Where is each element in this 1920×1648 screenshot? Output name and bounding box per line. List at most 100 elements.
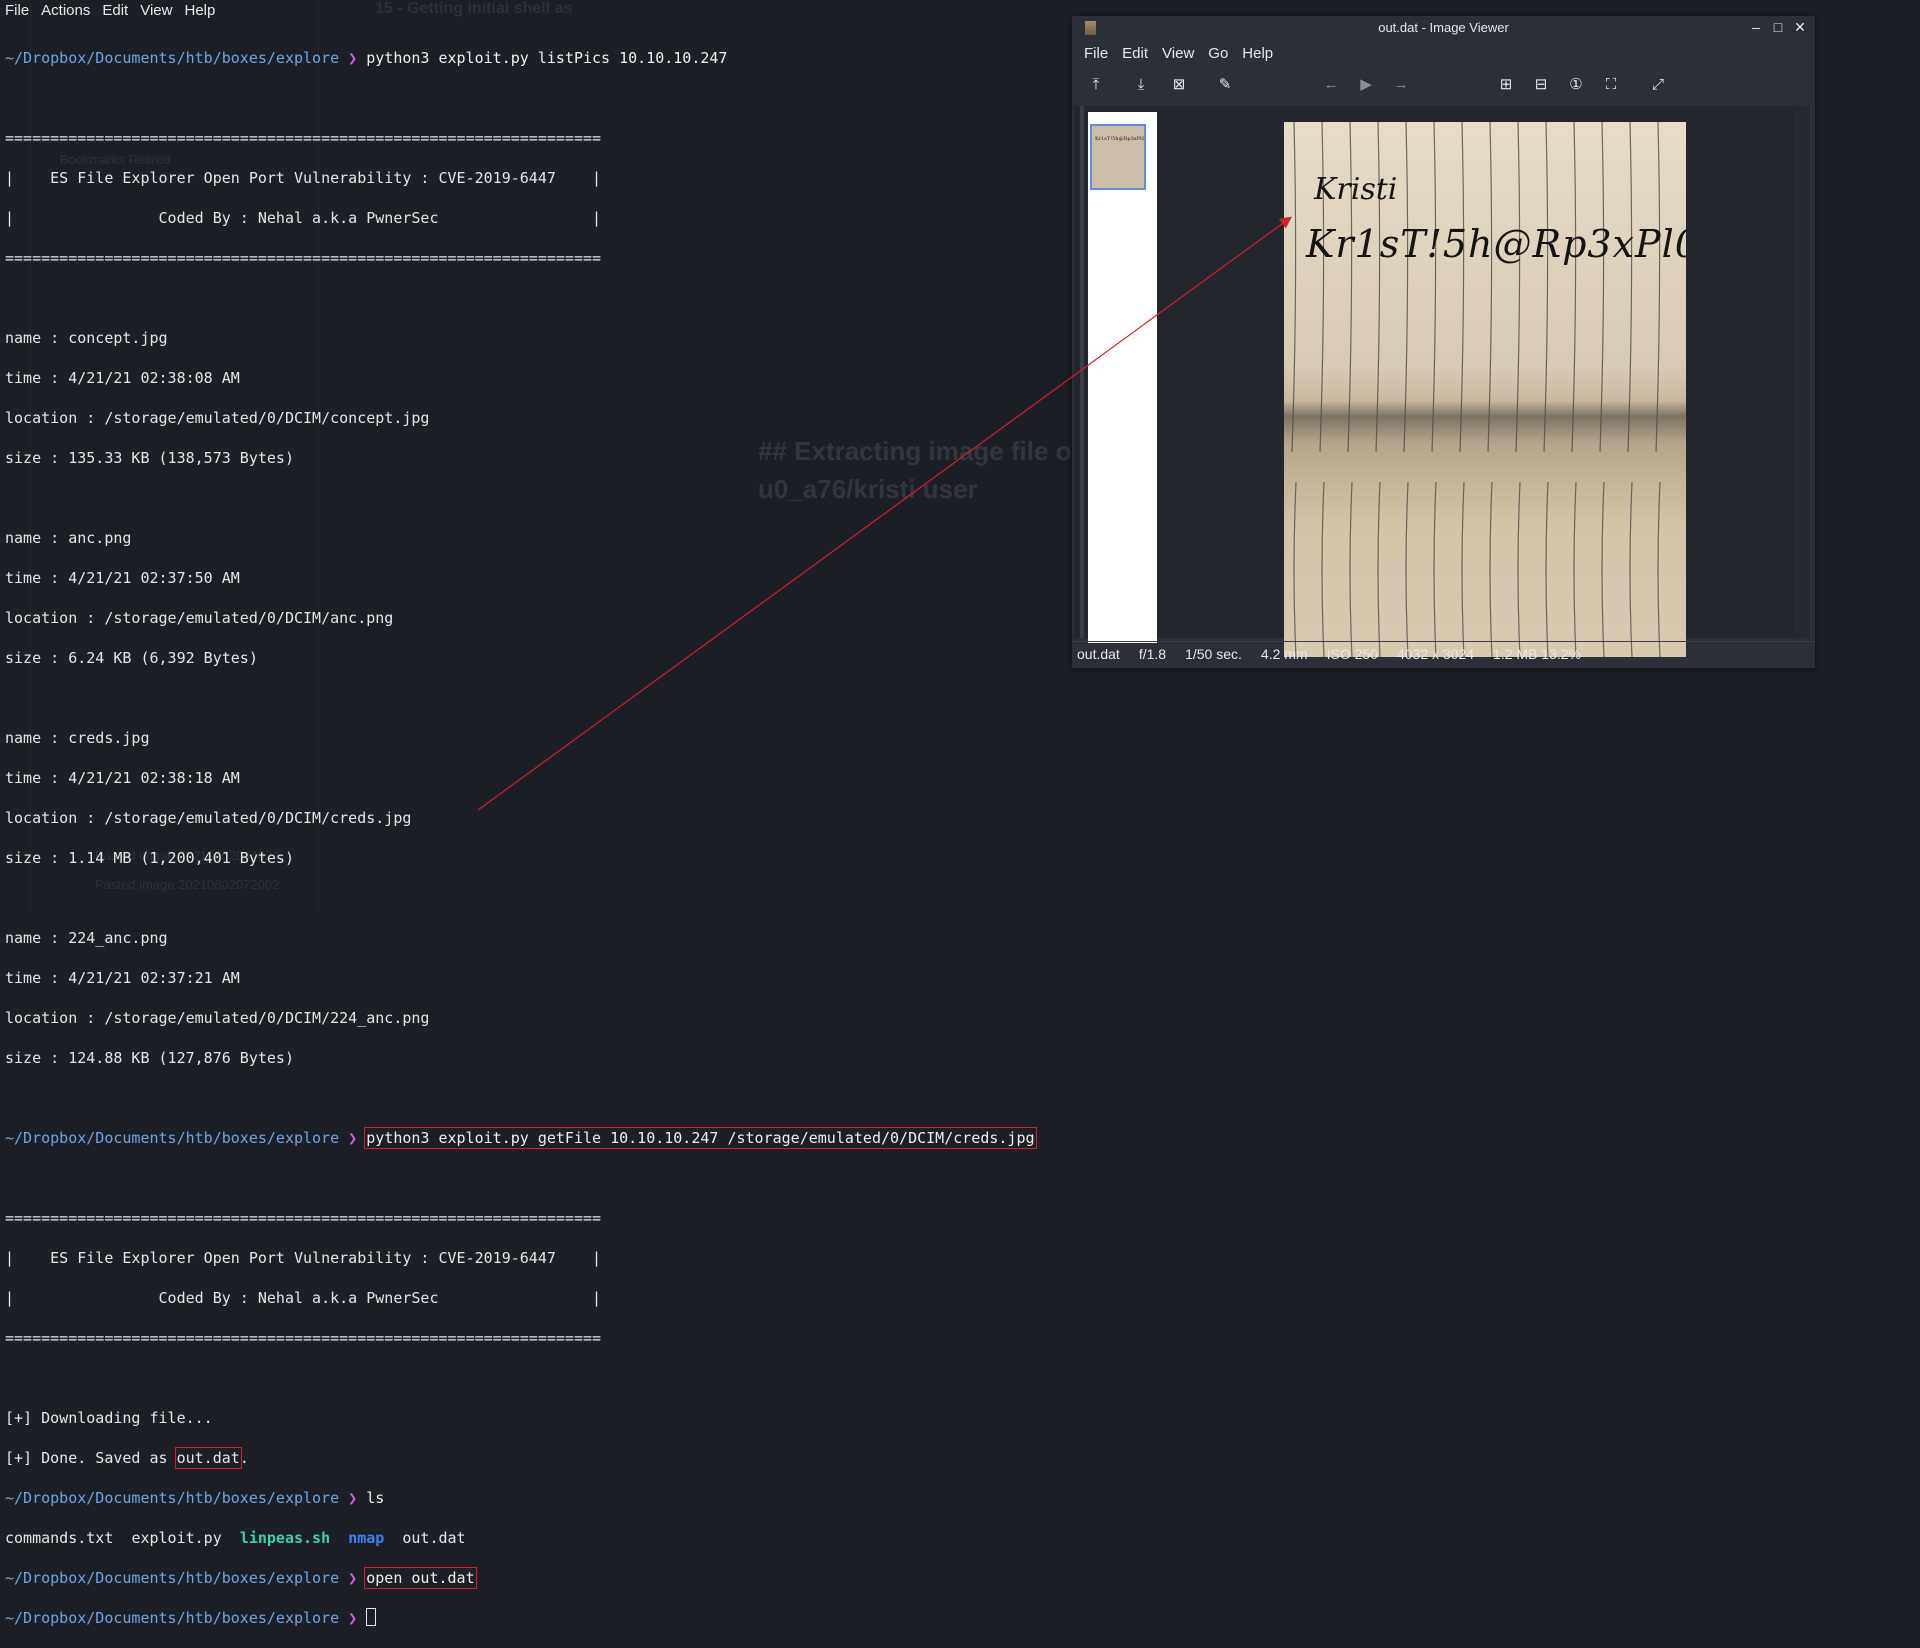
command-open-highlighted: open out.dat bbox=[364, 1567, 477, 1589]
thumbnail-divider[interactable] bbox=[1080, 106, 1084, 638]
file-time: time : 4/21/21 02:37:21 AM bbox=[5, 969, 240, 987]
command-getfile-highlighted: python3 exploit.py getFile 10.10.10.247 … bbox=[364, 1127, 1037, 1149]
viewer-titlebar[interactable]: out.dat - Image Viewer – □ ✕ bbox=[1072, 16, 1815, 40]
file-size: size : 124.88 KB (127,876 Bytes) bbox=[5, 1049, 294, 1067]
zoom-out-icon[interactable]: ⊟ bbox=[1530, 74, 1552, 96]
viewer-title: out.dat - Image Viewer bbox=[1378, 20, 1509, 35]
displayed-image[interactable]: Kristi Kr1sT!5h@Rp3xPl0r3! bbox=[1284, 122, 1686, 657]
prompt-chevron: ❯ bbox=[348, 49, 358, 67]
viewer-menubar: File Edit View Go Help bbox=[1072, 42, 1815, 66]
ls-entry-script: linpeas.sh bbox=[239, 1529, 331, 1547]
delete-icon[interactable]: ⊠ bbox=[1168, 74, 1190, 96]
file-location: location : /storage/emulated/0/DCIM/cred… bbox=[5, 809, 412, 827]
ls-entry: exploit.py bbox=[131, 1529, 222, 1547]
menu-edit[interactable]: Edit bbox=[97, 0, 135, 22]
prompt-path: ~/Dropbox/Documents/htb/boxes/explore bbox=[5, 1569, 340, 1587]
prompt-path: ~/Dropbox/Documents/htb/boxes/explore bbox=[5, 1489, 340, 1507]
fit-icon[interactable]: ⛶ bbox=[1600, 74, 1622, 96]
file-size: size : 6.24 KB (6,392 Bytes) bbox=[5, 649, 258, 667]
maximize-icon[interactable]: □ bbox=[1769, 18, 1787, 36]
file-location: location : /storage/emulated/0/DCIM/conc… bbox=[5, 409, 430, 427]
viewer-menu-edit[interactable]: Edit bbox=[1122, 42, 1148, 66]
status-focal: 4.2 mm bbox=[1260, 646, 1308, 662]
menu-file[interactable]: File bbox=[0, 0, 36, 22]
viewer-menu-file[interactable]: File bbox=[1084, 42, 1108, 66]
banner-rule: ========================================… bbox=[5, 1329, 602, 1347]
command-ls: ls bbox=[366, 1489, 385, 1507]
prompt-path: ~/Dropbox/Documents/htb/boxes/explore bbox=[5, 1609, 340, 1627]
viewer-menu-view[interactable]: View bbox=[1162, 42, 1194, 66]
prompt-path: ~/Dropbox/Documents/htb/boxes/explore bbox=[5, 1129, 340, 1147]
upload-icon[interactable]: ⤒ bbox=[1085, 74, 1107, 96]
prompt-chevron: ❯ bbox=[348, 1569, 358, 1587]
zoom-1-icon[interactable]: ① bbox=[1565, 74, 1587, 96]
viewer-menu-go[interactable]: Go bbox=[1208, 42, 1228, 66]
banner-author: | Coded By : Nehal a.k.a PwnerSec | bbox=[5, 209, 602, 227]
play-icon[interactable]: ▶ bbox=[1355, 74, 1377, 96]
menu-view[interactable]: View bbox=[135, 0, 179, 22]
handwritten-password: Kr1sT!5h@Rp3xPl0r3! bbox=[1306, 222, 1686, 266]
file-time: time : 4/21/21 02:37:50 AM bbox=[5, 569, 240, 587]
banner-rule: ========================================… bbox=[5, 249, 602, 267]
ls-entry-directory: nmap bbox=[348, 1529, 385, 1547]
menu-actions[interactable]: Actions bbox=[36, 0, 97, 22]
terminal-cursor[interactable] bbox=[366, 1608, 377, 1626]
saved-filename-highlighted: out.dat bbox=[174, 1447, 242, 1469]
viewer-scroll-area[interactable] bbox=[1794, 106, 1810, 638]
file-size: size : 1.14 MB (1,200,401 Bytes) bbox=[5, 849, 294, 867]
minimize-icon[interactable]: – bbox=[1747, 18, 1765, 36]
ls-entry: out.dat bbox=[402, 1529, 466, 1547]
thumbnail-image[interactable]: Kr1sT!5h@Rp3xPl0r3! bbox=[1090, 124, 1146, 190]
viewer-menu-help[interactable]: Help bbox=[1242, 42, 1273, 66]
status-aperture: f/1.8 bbox=[1138, 646, 1167, 662]
thumbnail-strip bbox=[1088, 112, 1157, 643]
fullscreen-icon[interactable]: ⤢ bbox=[1647, 74, 1669, 96]
prompt-line: ~/Dropbox/Documents/htb/boxes/explore ❯ … bbox=[5, 1567, 1035, 1589]
file-name: name : anc.png bbox=[5, 529, 132, 547]
prompt-chevron: ❯ bbox=[348, 1129, 358, 1147]
prompt-line: ~/Dropbox/Documents/htb/boxes/explore ❯ … bbox=[5, 1127, 1037, 1149]
banner-title: | ES File Explorer Open Port Vulnerabili… bbox=[5, 169, 602, 187]
prompt-path: ~/Dropbox/Documents/htb/boxes/explore bbox=[5, 49, 340, 67]
status-shutter: 1/50 sec. bbox=[1185, 646, 1242, 662]
file-name: name : 224_anc.png bbox=[5, 929, 168, 947]
file-size: size : 135.33 KB (138,573 Bytes) bbox=[5, 449, 294, 467]
file-name: name : concept.jpg bbox=[5, 329, 168, 347]
zoom-in-icon[interactable]: ⊞ bbox=[1495, 74, 1517, 96]
image-viewer-window: out.dat - Image Viewer – □ ✕ File Edit V… bbox=[1072, 16, 1815, 668]
terminal-output[interactable]: ~/Dropbox/Documents/htb/boxes/explore ❯ … bbox=[5, 28, 1037, 1648]
save-icon[interactable]: ⤓ bbox=[1130, 74, 1152, 96]
viewer-statusbar: out.dat f/1.8 1/50 sec. 4.2 mm ISO 250 4… bbox=[1072, 641, 1815, 666]
menu-help[interactable]: Help bbox=[179, 0, 222, 22]
status-dimensions: 4032 x 3024 bbox=[1396, 646, 1475, 662]
prompt-chevron: ❯ bbox=[348, 1609, 358, 1627]
done-line: [+] Done. Saved as out.dat. bbox=[5, 1447, 1035, 1469]
terminal-menubar: File Actions Edit View Help bbox=[0, 0, 222, 22]
close-icon[interactable]: ✕ bbox=[1791, 18, 1809, 36]
edit-icon[interactable]: ✎ bbox=[1214, 74, 1236, 96]
viewer-toolbar: ⤒ ⤓ ⊠ ✎ ← ▶ → ⊞ ⊟ ① ⛶ ⤢ bbox=[1072, 66, 1815, 104]
back-icon[interactable]: ← bbox=[1320, 74, 1342, 96]
status-size-zoom: 1.2 MB 13.2% bbox=[1493, 646, 1581, 662]
banner-rule: ========================================… bbox=[5, 1209, 602, 1227]
file-name: name : creds.jpg bbox=[5, 729, 150, 747]
done-suffix: . bbox=[239, 1449, 249, 1467]
file-time: time : 4/21/21 02:38:08 AM bbox=[5, 369, 240, 387]
forward-icon[interactable]: → bbox=[1390, 74, 1412, 96]
background-heading-shell: 15 - Getting initial shell as bbox=[375, 0, 573, 17]
viewer-content: Kr1sT!5h@Rp3xPl0r3! Kristi Kr1sT!5h@ bbox=[1074, 106, 1810, 657]
file-time: time : 4/21/21 02:38:18 AM bbox=[5, 769, 240, 787]
prompt-line: ~/Dropbox/Documents/htb/boxes/explore ❯ … bbox=[5, 1488, 1035, 1508]
status-filename: out.dat bbox=[1077, 646, 1120, 662]
handwritten-username: Kristi bbox=[1314, 172, 1398, 207]
command-listpics: python3 exploit.py listPics 10.10.10.247 bbox=[366, 49, 728, 67]
status-iso: ISO 250 bbox=[1326, 646, 1378, 662]
